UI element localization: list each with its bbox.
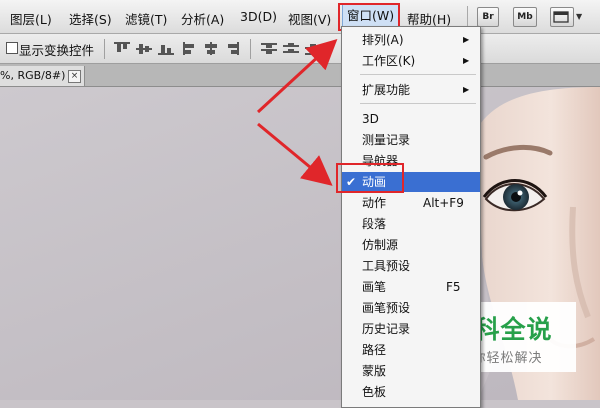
annotation-arrow-to-animation <box>257 122 333 186</box>
annotation-arrows <box>256 38 338 186</box>
annotation-arrow-to-window-menu <box>256 38 338 114</box>
